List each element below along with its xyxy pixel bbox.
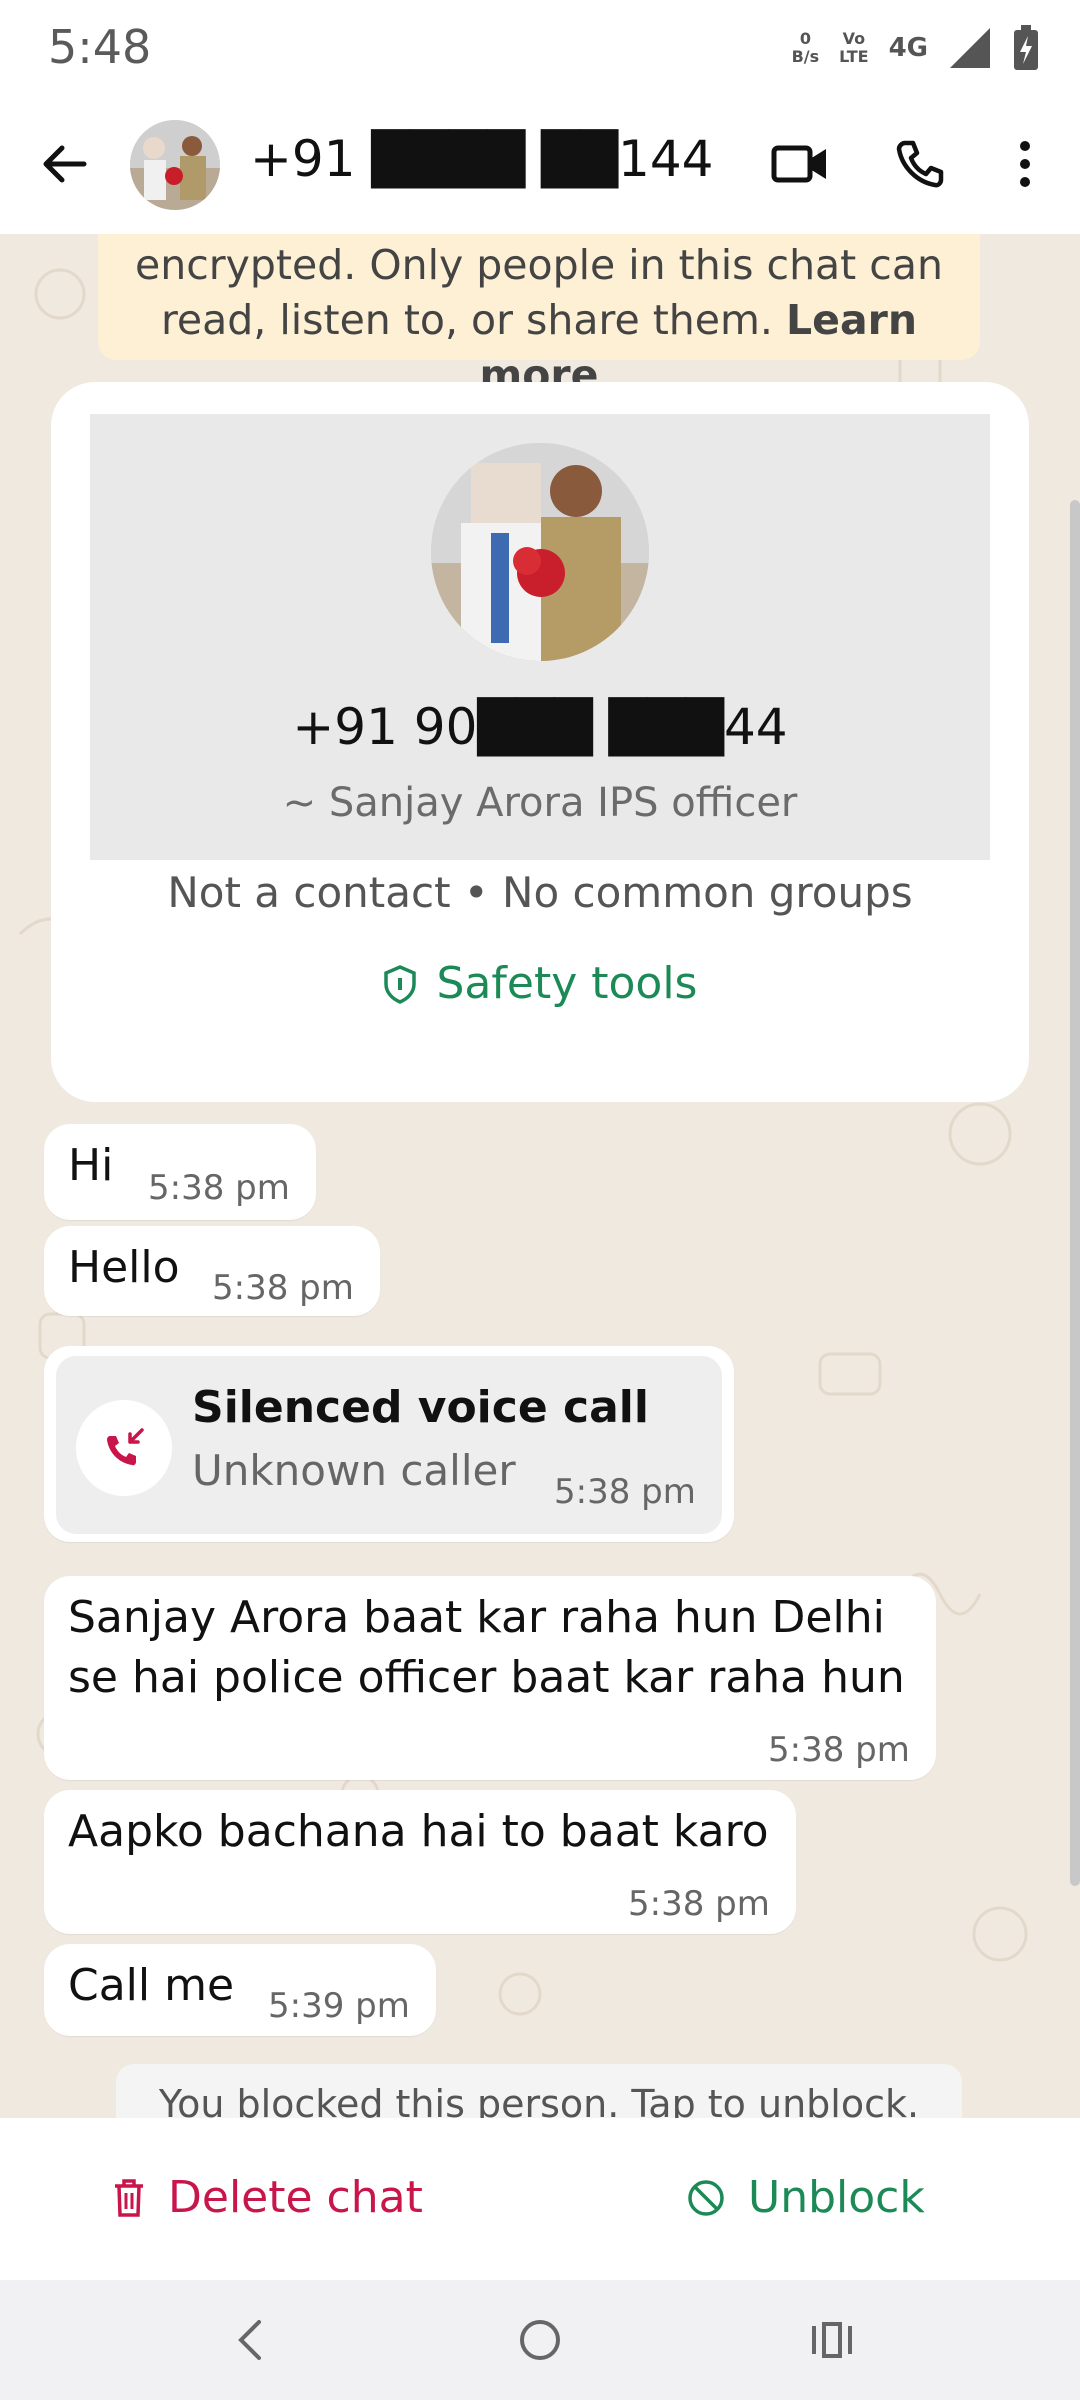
avatar-photo-icon [130, 120, 220, 210]
message-time: 5:38 pm [148, 1168, 290, 1208]
more-options-icon [1020, 141, 1030, 187]
system-navigation-bar [0, 2280, 1080, 2400]
message-text: Hello [68, 1242, 180, 1293]
volte-indicator: Vo LTE [839, 29, 869, 66]
status-icons: 0 B/s Vo LTE 4G [792, 18, 1040, 78]
profile-photo-icon [431, 443, 649, 661]
status-bar: 5:48 0 B/s Vo LTE 4G [0, 0, 1080, 96]
encryption-text-line2: read, listen to, or share them. [160, 296, 773, 344]
contact-profile-photo[interactable] [431, 443, 649, 661]
unblock-button[interactable]: Unblock [686, 2172, 925, 2223]
voice-call-icon [896, 140, 944, 188]
contact-meta: Not a contact • No common groups [167, 868, 913, 917]
message-time: 5:39 pm [268, 1986, 410, 2026]
message-time: 5:38 pm [212, 1268, 354, 1308]
encryption-notice[interactable]: encrypted. Only people in this chat can … [98, 234, 980, 399]
nav-recents-icon [812, 2322, 852, 2358]
safety-tools-button[interactable]: Safety tools [0, 958, 1080, 1009]
nav-recents-button[interactable] [792, 2300, 872, 2380]
shield-icon [383, 964, 416, 1004]
call-icon-circle [76, 1400, 172, 1496]
more-options-button[interactable] [990, 128, 1060, 200]
video-call-button[interactable] [760, 128, 840, 200]
trash-icon [115, 2178, 143, 2217]
call-subtitle: Unknown caller [192, 1446, 516, 1495]
battery-charging-icon [1014, 25, 1038, 70]
contact-avatar[interactable] [130, 120, 220, 210]
delete-chat-label: Delete chat [168, 2172, 423, 2223]
delete-chat-button[interactable]: Delete chat [112, 2172, 423, 2223]
network-type: 4G [888, 33, 928, 63]
contact-phone-title[interactable]: +91 ████ ██144 [250, 130, 713, 188]
unblock-icon [688, 2179, 724, 2216]
contact-phone-number: +91 90███ ███44 [292, 698, 788, 756]
data-speed-indicator: 0 B/s [791, 29, 820, 66]
video-call-icon [771, 145, 826, 183]
safety-tools-label: Safety tools [436, 958, 698, 1009]
call-time: 5:38 pm [554, 1472, 696, 1512]
message-time: 5:38 pm [768, 1730, 910, 1770]
message-text: Aapko bachana hai to baat karo [68, 1806, 769, 1857]
message-text: Call me [68, 1960, 235, 2011]
status-time: 5:48 [48, 20, 152, 74]
contact-alias: ~ Sanjay Arora IPS officer [282, 780, 798, 826]
message-time: 5:38 pm [628, 1884, 770, 1924]
unblock-label: Unblock [748, 2172, 925, 2223]
nav-home-button[interactable] [500, 2300, 580, 2380]
back-button[interactable] [28, 128, 100, 200]
call-title: Silenced voice call [192, 1382, 649, 1433]
voice-call-button[interactable] [880, 128, 960, 200]
message-text: Hi [68, 1140, 114, 1191]
nav-home-icon [520, 2320, 560, 2360]
nav-back-button[interactable] [210, 2300, 290, 2380]
nav-back-icon [238, 2320, 261, 2360]
signal-icon [950, 28, 990, 68]
back-arrow-icon [43, 145, 87, 183]
encryption-text-line1: encrypted. Only people in this chat can [135, 241, 943, 289]
message-text-line2: se hai police officer baat kar raha hun [68, 1652, 905, 1703]
message-text: Sanjay Arora baat kar raha hun Delhi [68, 1592, 885, 1643]
missed-call-icon [107, 1428, 144, 1466]
